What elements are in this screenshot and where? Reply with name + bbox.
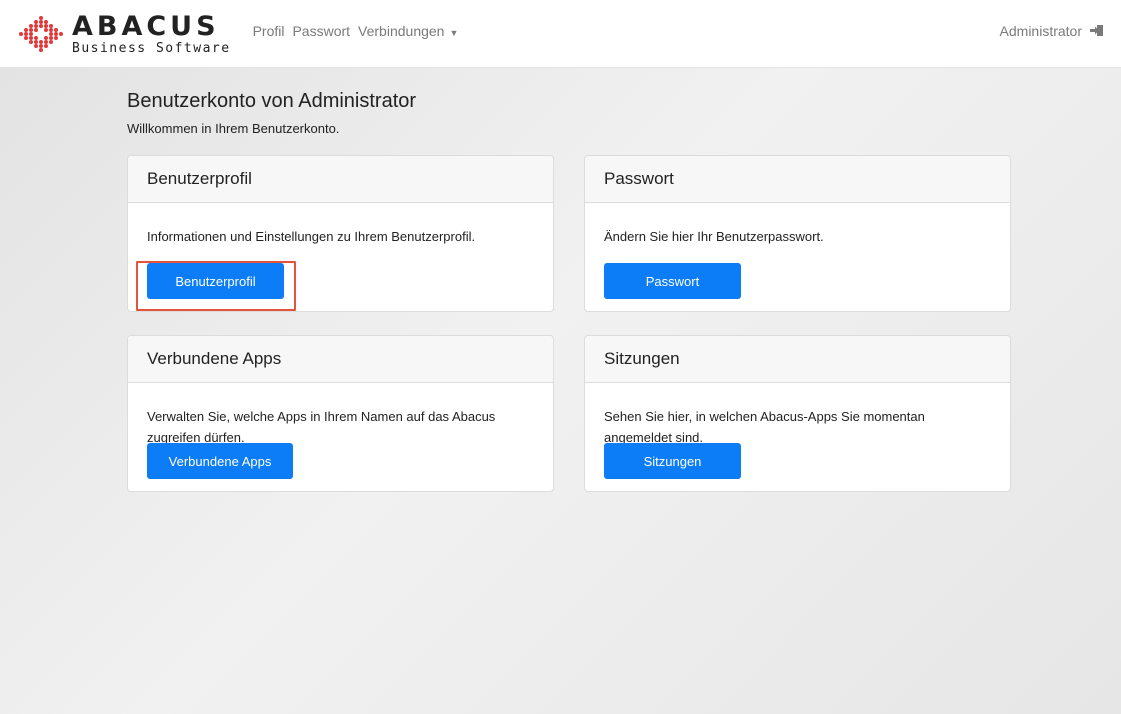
brand-name: ABACUS (72, 10, 220, 42)
main-content: Benutzerkonto von Administrator Willkomm… (0, 68, 1121, 714)
card-sitzungen: Sitzungen Sehen Sie hier, in welchen Aba… (584, 335, 1011, 492)
brand-text: ABACUS Business Software (72, 13, 231, 55)
card-header: Verbundene Apps (128, 336, 553, 383)
verbundene-apps-button[interactable]: Verbundene Apps (147, 443, 293, 479)
card-text: Sehen Sie hier, in welchen Abacus-Apps S… (604, 409, 925, 445)
page-title: Benutzerkonto von Administrator (127, 90, 417, 112)
card-header: Sitzungen (585, 336, 1010, 383)
content-container: Benutzerkonto von Administrator Willkomm… (127, 68, 1011, 492)
abacus-logo-icon (19, 15, 63, 52)
user-menu[interactable]: Administrator (1000, 23, 1103, 39)
passwort-button[interactable]: Passwort (604, 263, 741, 299)
nav-link-verbindungen-label: Verbindungen (358, 22, 445, 39)
benutzerprofil-button[interactable]: Benutzerprofil (147, 263, 284, 299)
nav-link-verbindungen[interactable]: Verbindungen ▼ (358, 23, 458, 39)
top-navbar: ABACUS Business Software Profil Passwort… (0, 0, 1121, 68)
card-body: Verwalten Sie, welche Apps in Ihrem Name… (128, 406, 553, 448)
card-grid: Benutzerprofil Informationen und Einstel… (127, 155, 1011, 492)
sitzungen-button[interactable]: Sitzungen (604, 443, 741, 479)
card-text: Verwalten Sie, welche Apps in Ihrem Name… (147, 409, 496, 445)
card-text: Ändern Sie hier Ihr Benutzerpasswort. (604, 229, 824, 244)
nav-link-profil[interactable]: Profil (253, 23, 285, 39)
card-header: Passwort (585, 156, 1010, 203)
welcome-text: Willkommen in Ihrem Benutzerkonto. (127, 121, 340, 136)
caret-down-icon: ▼ (449, 27, 459, 38)
brand-logo[interactable]: ABACUS Business Software (18, 13, 231, 55)
card-passwort: Passwort Ändern Sie hier Ihr Benutzerpas… (584, 155, 1011, 312)
card-verbundene-apps: Verbundene Apps Verwalten Sie, welche Ap… (127, 335, 554, 492)
user-name: Administrator (999, 22, 1082, 39)
card-body: Informationen und Einstellungen zu Ihrem… (128, 226, 553, 247)
card-text: Informationen und Einstellungen zu Ihrem… (147, 229, 476, 244)
nav-link-passwort[interactable]: Passwort (292, 23, 350, 39)
brand-subtitle: Business Software (72, 40, 231, 56)
card-body: Ändern Sie hier Ihr Benutzerpasswort. (585, 226, 1010, 247)
nav-links: Profil Passwort Verbindungen ▼ (253, 23, 467, 39)
card-body: Sehen Sie hier, in welchen Abacus-Apps S… (585, 406, 1010, 448)
logout-icon[interactable] (1090, 25, 1103, 36)
card-header: Benutzerprofil (128, 156, 553, 203)
card-benutzerprofil: Benutzerprofil Informationen und Einstel… (127, 155, 554, 312)
